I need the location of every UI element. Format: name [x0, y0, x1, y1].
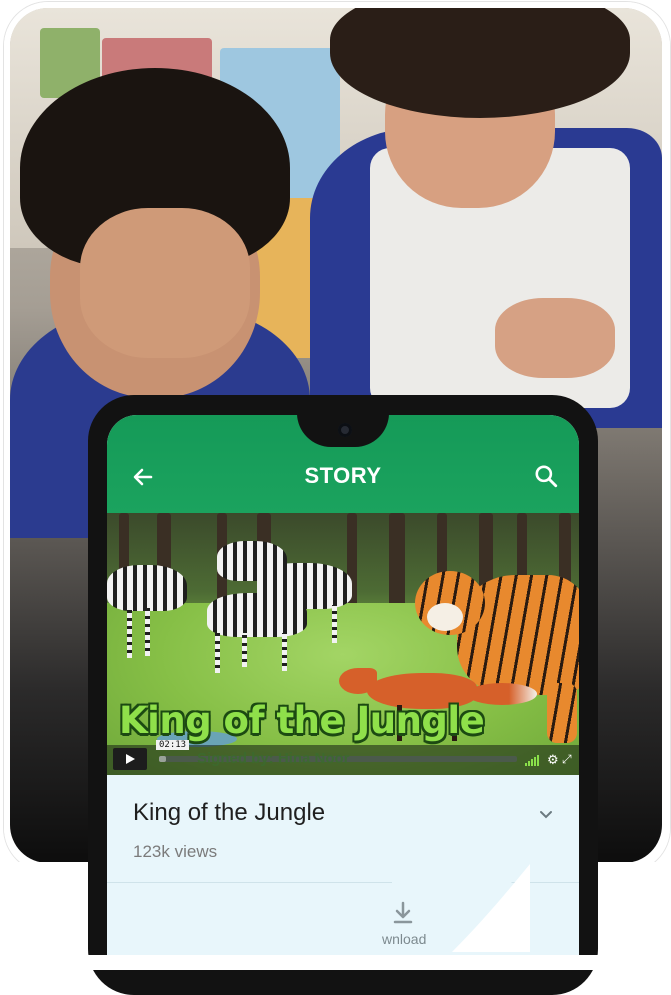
gear-icon[interactable]: ⚙: [547, 752, 559, 768]
zebra-leg: [127, 608, 132, 658]
story-title: King of the Jungle: [133, 799, 326, 826]
search-icon: [535, 465, 558, 488]
download-label: wnload: [382, 931, 427, 947]
zebra-leg: [332, 605, 337, 643]
front-camera: [338, 423, 352, 437]
view-count: 123k views: [133, 842, 218, 861]
expand-button[interactable]: [535, 803, 557, 825]
chevron-down-icon: [540, 811, 552, 819]
zebra: [207, 593, 307, 637]
tiger-muzzle: [427, 603, 463, 631]
child-right-hand: [495, 298, 615, 378]
play-button[interactable]: [113, 748, 147, 770]
signed-by-watermark: Signed by: Hina Noor: [197, 750, 350, 767]
play-icon: [126, 754, 135, 764]
app-bar-title: STORY: [304, 463, 382, 488]
video-player[interactable]: King of the Jungle 02:13 Signed by: Hina…: [107, 513, 579, 775]
video-progress-fill: [159, 756, 167, 762]
video-title-overlay: King of the Jungle: [119, 699, 485, 742]
fox-head: [339, 668, 377, 694]
search-button[interactable]: [529, 459, 563, 493]
volume-icon[interactable]: [525, 754, 541, 766]
child-left-forehead: [80, 208, 250, 358]
tiger-leg: [547, 683, 577, 743]
download-button[interactable]: wnload: [368, 897, 448, 957]
zebra-leg: [145, 608, 150, 656]
zebra-leg: [282, 633, 287, 671]
download-icon: [393, 901, 413, 924]
video-timestamp: 02:13: [156, 740, 190, 750]
zebra-leg: [242, 633, 247, 667]
zebra-leg: [215, 633, 220, 673]
zebra: [107, 565, 187, 611]
fullscreen-icon[interactable]: ⤢: [562, 752, 572, 767]
page-background: [0, 955, 671, 970]
video-controls: 02:13 Signed by: Hina Noor ⚙ ⤢: [107, 740, 579, 775]
